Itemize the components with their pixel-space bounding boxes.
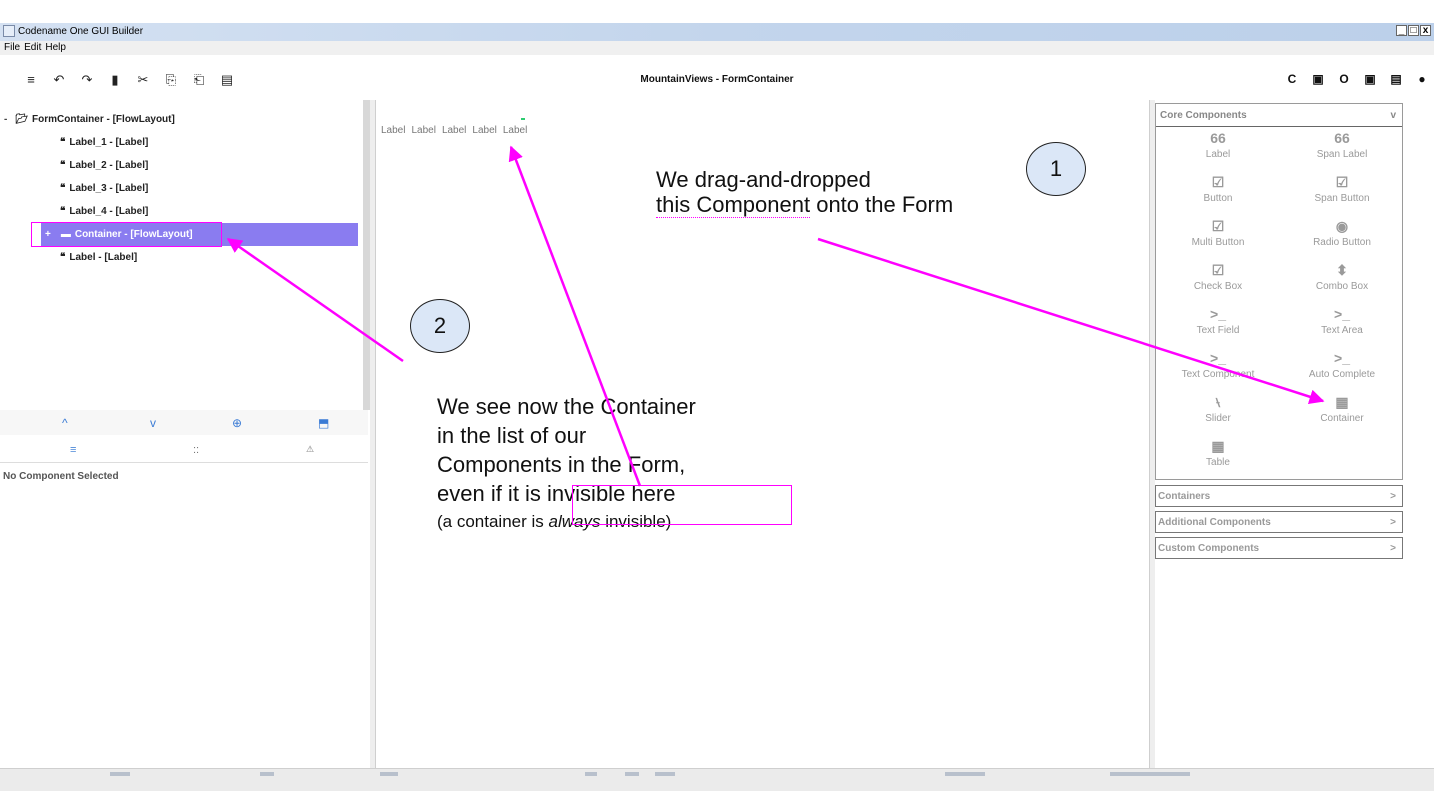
arrow-to-palette-container (817, 237, 1325, 405)
arrow-to-canvas (508, 145, 642, 487)
arrow-to-tree-container (226, 237, 404, 363)
annotation-arrows (226, 145, 1325, 487)
